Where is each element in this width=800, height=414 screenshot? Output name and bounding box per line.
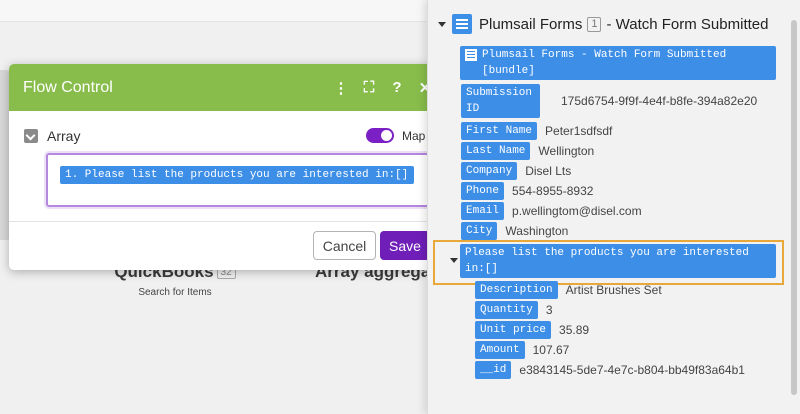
- save-button[interactable]: Save: [380, 231, 430, 260]
- field-value: Washington: [505, 224, 569, 238]
- dialog-title: Flow Control: [23, 78, 113, 96]
- map-label: Map: [402, 128, 426, 143]
- array-field-label: Array: [47, 128, 81, 144]
- field-key[interactable]: Email: [461, 202, 505, 220]
- dialog-toolbar: ⋮ ⛶ ? ✕: [327, 64, 439, 111]
- field-value: p.wellingtom@disel.com: [512, 204, 642, 218]
- field-value: Disel Lts: [525, 164, 572, 178]
- field-key[interactable]: Company: [461, 162, 518, 180]
- chevron-down-icon[interactable]: [24, 129, 38, 143]
- field-key[interactable]: Last Name: [461, 142, 531, 160]
- panel-header[interactable]: Plumsail Forms 1 - Watch Form Submitted: [438, 14, 768, 34]
- dialog-divider: [9, 221, 439, 222]
- array-field-quantity[interactable]: Quantity 3: [475, 301, 553, 319]
- form-icon: [465, 49, 477, 61]
- array-field-unit-price[interactable]: Unit price 35.89: [475, 321, 589, 339]
- field-key[interactable]: Phone: [461, 182, 505, 200]
- array-field-description[interactable]: Description Artist Brushes Set: [475, 281, 662, 299]
- field-value: 35.89: [559, 323, 590, 337]
- field-key[interactable]: Submission ID: [461, 84, 540, 118]
- field-submission-id[interactable]: Submission ID 175d6754-9f9f-4e4f-b8fe-39…: [461, 84, 757, 118]
- array-expand-caret-icon[interactable]: [450, 258, 458, 263]
- bundle-item[interactable]: Plumsail Forms - Watch Form Submitted [b…: [460, 46, 776, 80]
- array-input[interactable]: 1. Please list the products you are inte…: [46, 153, 439, 207]
- help-icon[interactable]: ?: [383, 79, 411, 96]
- field-city[interactable]: City Washington: [461, 222, 568, 240]
- panel-module-badge: 1: [587, 16, 602, 32]
- canvas-top-strip: [0, 0, 430, 22]
- mapped-value-pill[interactable]: 1. Please list the products you are inte…: [60, 166, 414, 184]
- more-options-icon[interactable]: ⋮: [327, 79, 355, 97]
- array-field-row: Array: [24, 128, 80, 144]
- expand-icon[interactable]: ⛶: [355, 79, 383, 96]
- dialog-header: Flow Control ⋮ ⛶ ? ✕: [9, 64, 439, 111]
- quickbooks-module-subtitle: Search for Items: [138, 287, 212, 298]
- field-value: 107.67: [532, 343, 570, 357]
- array-item[interactable]: Please list the products you are interes…: [460, 244, 776, 278]
- field-key[interactable]: Quantity: [475, 301, 538, 319]
- field-value: 3: [545, 303, 553, 317]
- field-value: e3843145-5de7-4e7c-b804-bb49f83a64b1: [519, 363, 745, 377]
- field-key[interactable]: Unit price: [475, 321, 552, 339]
- array-item-pill[interactable]: Please list the products you are interes…: [460, 244, 776, 278]
- field-value: 175d6754-9f9f-4e4f-b8fe-394a82e20: [561, 94, 758, 108]
- bundle-pill[interactable]: Plumsail Forms - Watch Form Submitted [b…: [460, 46, 776, 80]
- collapse-caret-icon[interactable]: [438, 21, 446, 27]
- bundle-label: Plumsail Forms - Watch Form Submitted [b…: [482, 49, 727, 77]
- field-value: 554-8955-8932: [512, 184, 594, 198]
- field-key[interactable]: City: [461, 222, 498, 240]
- field-value: Wellington: [538, 144, 595, 158]
- array-field-id[interactable]: __id e3843145-5de7-4e7c-b804-bb49f83a64b…: [475, 361, 745, 379]
- field-key[interactable]: Amount: [475, 341, 525, 359]
- panel-title: Plumsail Forms: [479, 15, 583, 33]
- field-email[interactable]: Email p.wellingtom@disel.com: [461, 202, 642, 220]
- field-key[interactable]: __id: [475, 361, 512, 379]
- field-value: Peter1sdfsdf: [545, 124, 613, 138]
- field-first-name[interactable]: First Name Peter1sdfsdf: [461, 122, 612, 140]
- field-phone[interactable]: Phone 554-8955-8932: [461, 182, 593, 200]
- map-toggle-group: Map: [366, 128, 425, 143]
- field-last-name[interactable]: Last Name Wellington: [461, 142, 594, 160]
- plumsail-forms-icon: [452, 14, 472, 34]
- panel-subtitle: - Watch Form Submitted: [606, 15, 769, 33]
- array-field-amount[interactable]: Amount 107.67: [475, 341, 569, 359]
- field-key[interactable]: Description: [475, 281, 558, 299]
- field-value: Artist Brushes Set: [565, 283, 662, 297]
- flow-control-dialog: Flow Control ⋮ ⛶ ? ✕ Array Map 1. Please…: [9, 64, 439, 270]
- field-company[interactable]: Company Disel Lts: [461, 162, 571, 180]
- map-toggle[interactable]: [366, 128, 394, 143]
- cancel-button[interactable]: Cancel: [313, 231, 376, 260]
- field-key[interactable]: First Name: [461, 122, 538, 140]
- scrollbar[interactable]: [791, 20, 797, 395]
